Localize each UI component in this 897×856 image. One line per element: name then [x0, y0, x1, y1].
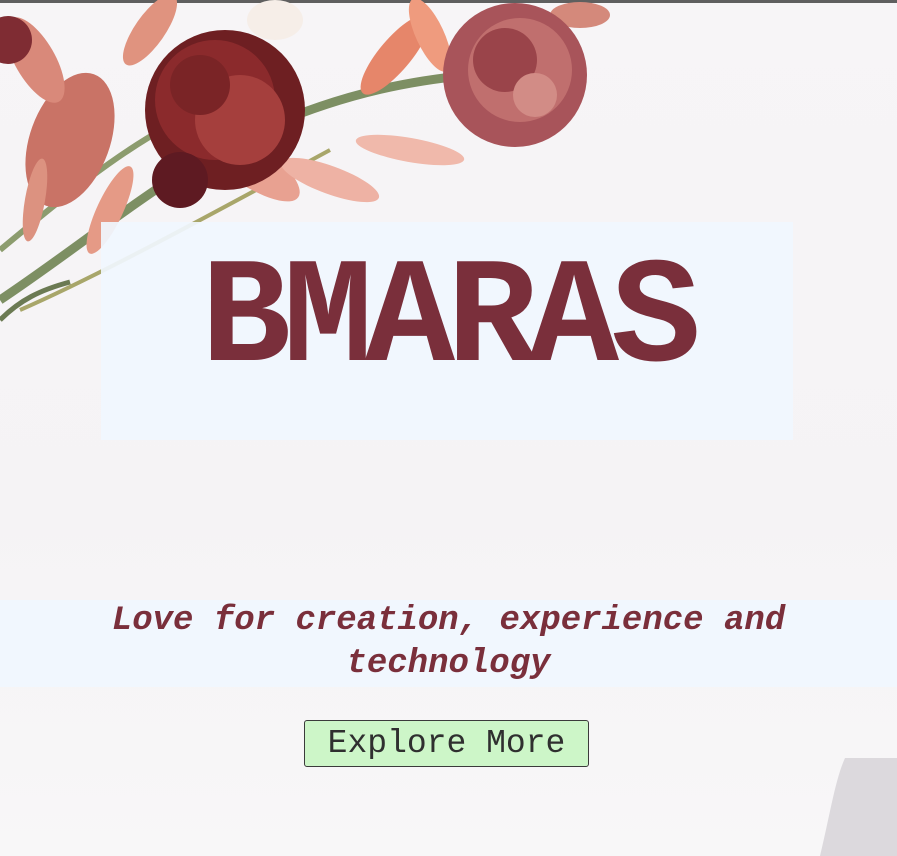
landing-page: BMARAS Love for creation, experience and… [0, 0, 897, 856]
site-title: BMARAS [200, 236, 701, 406]
explore-more-button[interactable]: Explore More [304, 720, 589, 767]
tagline: Love for creation, experience and techno… [111, 602, 786, 683]
